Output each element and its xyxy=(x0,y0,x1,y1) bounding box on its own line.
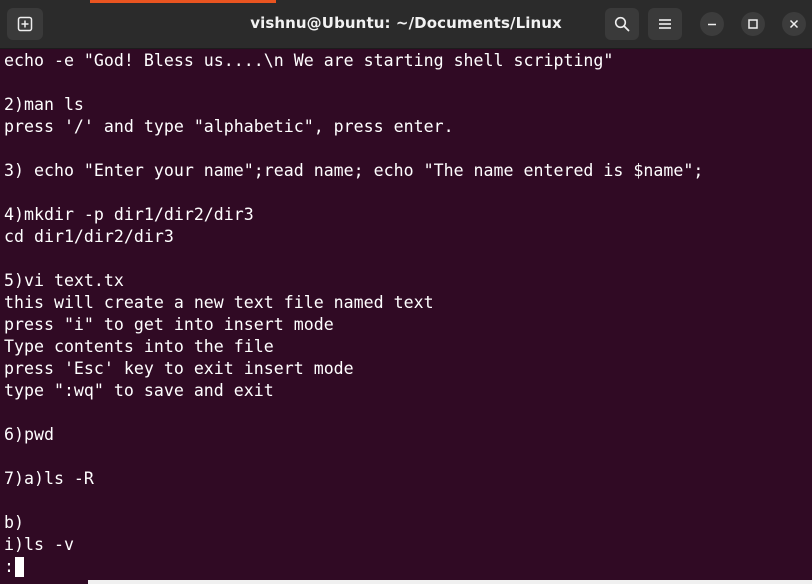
terminal-line: press '/' and type "alphabetic", press e… xyxy=(4,117,454,136)
terminal-line: 3) echo "Enter your name";read name; ech… xyxy=(4,161,704,180)
search-button[interactable] xyxy=(605,8,639,40)
terminal-output-area[interactable]: echo -e "God! Bless us....\n We are star… xyxy=(0,49,812,584)
pager-prompt[interactable]: : xyxy=(4,556,24,578)
maximize-icon xyxy=(748,19,758,29)
terminal-line: press 'Esc' key to exit insert mode xyxy=(4,359,354,378)
terminal-line: 2)man ls xyxy=(4,95,84,114)
minimize-icon xyxy=(708,23,716,26)
terminal-line: i)ls -v xyxy=(4,535,74,554)
terminal-line: this will create a new text file named t… xyxy=(4,293,434,312)
terminal-line: b) xyxy=(4,513,24,532)
close-button[interactable] xyxy=(782,12,806,36)
terminal-line: 5)vi text.tx xyxy=(4,271,124,290)
maximize-button[interactable] xyxy=(741,12,765,36)
terminal-line: echo -e "God! Bless us....\n We are star… xyxy=(4,51,614,70)
terminal-line: type ":wq" to save and exit xyxy=(4,381,274,400)
terminal-line: press "i" to get into insert mode xyxy=(4,315,334,334)
background-window-edge xyxy=(88,580,812,584)
terminal-window: vishnu@Ubuntu: ~/Documents/Linux echo -e… xyxy=(0,0,812,584)
active-accent-strip xyxy=(90,0,276,3)
search-icon xyxy=(614,16,630,32)
new-tab-button[interactable] xyxy=(7,8,43,40)
terminal-line: 4)mkdir -p dir1/dir2/dir3 xyxy=(4,205,254,224)
text-cursor xyxy=(15,557,24,577)
title-bar: vishnu@Ubuntu: ~/Documents/Linux xyxy=(0,0,812,49)
window-title: vishnu@Ubuntu: ~/Documents/Linux xyxy=(250,14,562,32)
terminal-line: Type contents into the file xyxy=(4,337,274,356)
terminal-line: cd dir1/dir2/dir3 xyxy=(4,227,174,246)
minimize-button[interactable] xyxy=(700,12,724,36)
hamburger-menu-icon xyxy=(659,19,671,29)
menu-button[interactable] xyxy=(648,8,682,40)
close-icon xyxy=(789,19,799,29)
pager-prompt-text: : xyxy=(4,557,14,576)
terminal-line: 7)a)ls -R xyxy=(4,469,94,488)
terminal-line: 6)pwd xyxy=(4,425,54,444)
new-tab-icon xyxy=(17,16,33,32)
